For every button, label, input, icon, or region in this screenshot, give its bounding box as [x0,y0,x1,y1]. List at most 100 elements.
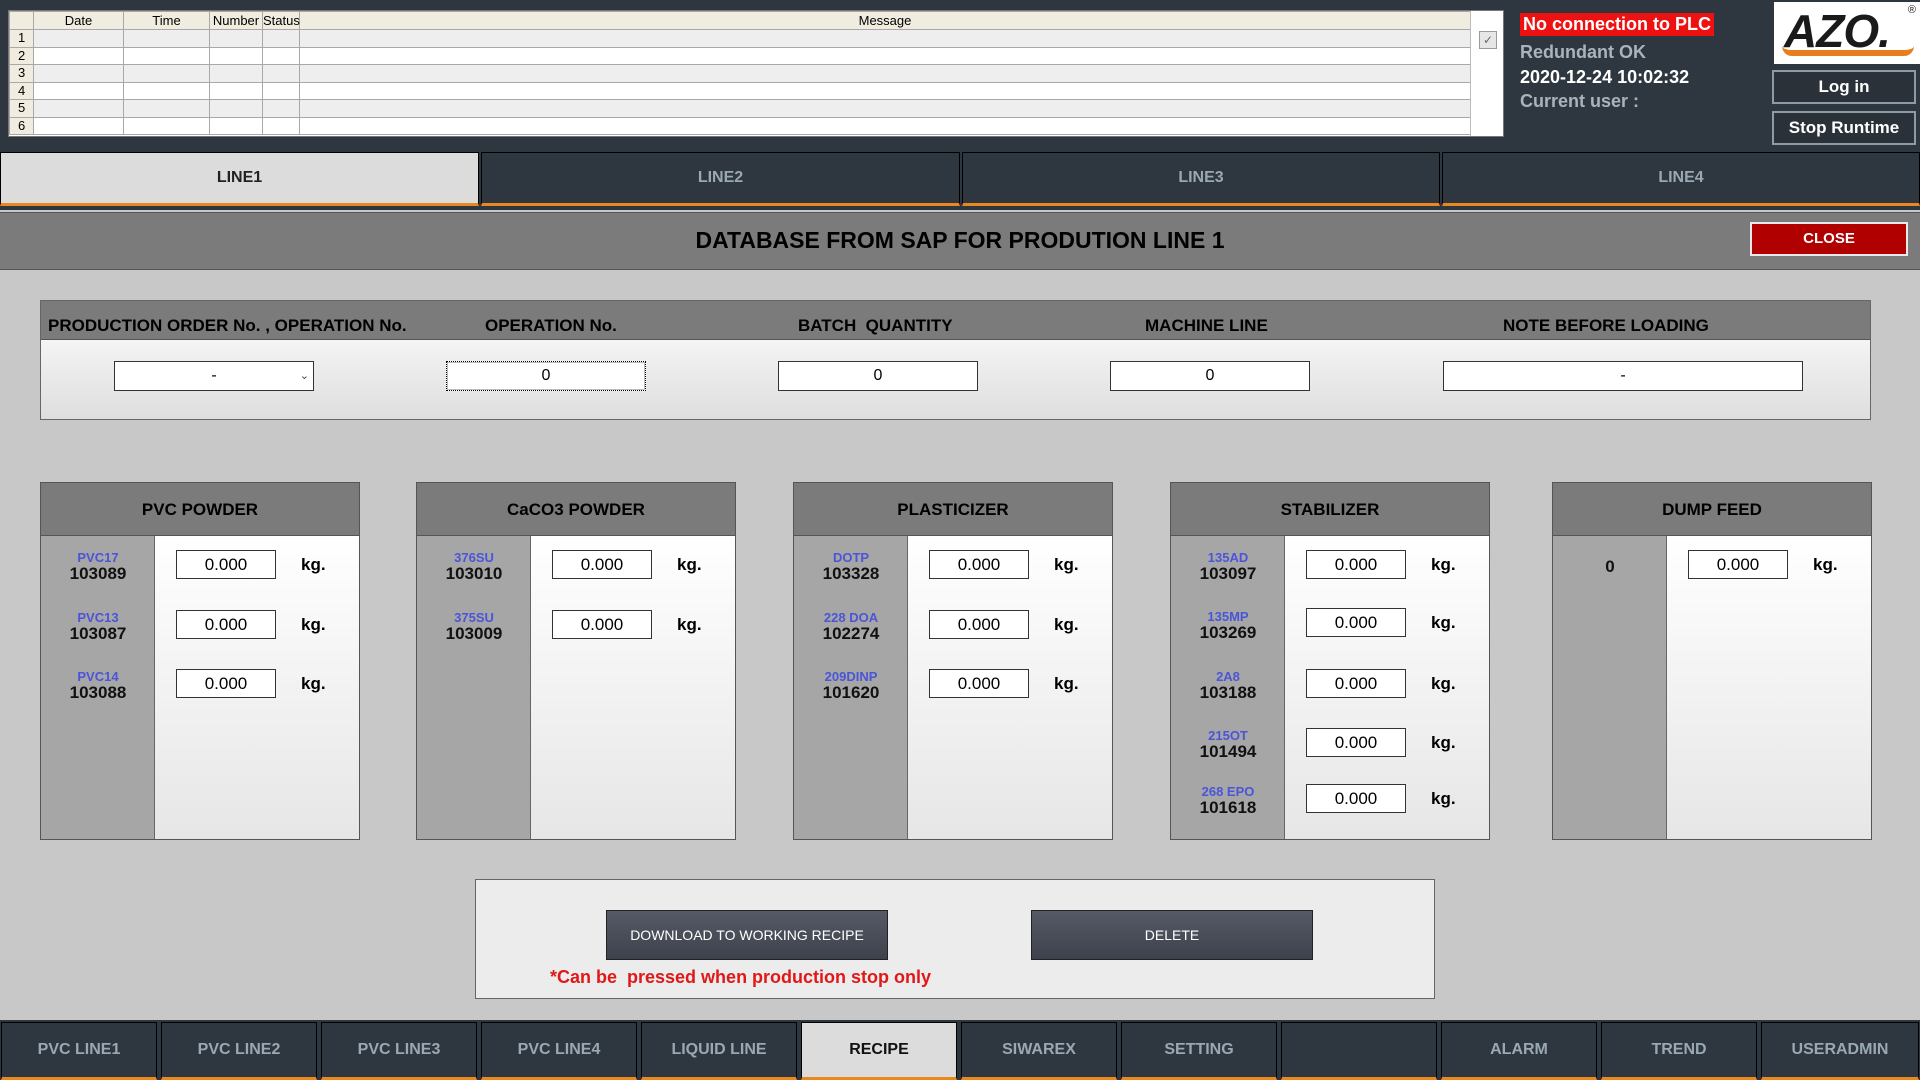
note-before-loading-label: NOTE BEFORE LOADING [1503,316,1709,335]
alarm-row-number: 1 [9,29,34,48]
material-item: 2A8 103188 [1171,670,1285,702]
material-number: 103087 [69,624,127,643]
material-number: 103188 [1199,683,1257,702]
download-to-working-recipe-button[interactable]: DOWNLOAD TO WORKING RECIPE [606,910,888,960]
line-tabs: LINE1 LINE2 LINE3 LINE4 [0,150,1920,210]
dump-feed-panel: DUMP FEED 0 0.000 kg. [1552,482,1872,840]
material-weight-field[interactable]: 0.000 [1306,608,1406,637]
alarm-header-message: Message [299,11,1471,30]
tab-line3[interactable]: LINE3 [962,152,1440,206]
nav-siwarex[interactable]: SIWAREX [961,1022,1117,1080]
tab-line2[interactable]: LINE2 [481,152,960,206]
alarm-header-time: Time [123,11,210,30]
alarm-row[interactable]: 5 [9,99,1471,118]
plasticizer-title: PLASTICIZER [794,483,1112,536]
alarm-header-rownum [9,11,34,30]
material-weight-field[interactable]: 0.000 [1688,550,1788,579]
production-order-value: - [211,367,217,384]
logo-registered-mark: ® [1907,4,1916,16]
alarm-view: Date Time Number Status Message 1 2 3 4 … [8,10,1504,137]
nav-pvc-line3[interactable]: PVC LINE3 [321,1022,477,1080]
alarm-header-row: Date Time Number Status Message [9,11,1471,30]
material-code: 375SU [454,610,494,625]
unit-label: kg. [1431,733,1456,752]
material-weight-field[interactable]: 0.000 [176,550,276,579]
batch-quantity-label: BATCH QUANTITY [798,316,953,335]
alarm-row[interactable]: 4 [9,81,1471,100]
nav-trend[interactable]: TREND [1601,1022,1757,1080]
material-weight-field[interactable]: 0.000 [1306,550,1406,579]
nav-pvc-line4[interactable]: PVC LINE4 [481,1022,637,1080]
material-number: 103097 [1199,564,1257,583]
stop-runtime-button[interactable]: Stop Runtime [1772,111,1916,145]
material-number: 101620 [822,683,880,702]
material-number: 101494 [1199,742,1257,761]
production-stop-warning: *Can be pressed when production stop onl… [550,967,932,987]
nav-useradmin[interactable]: USERADMIN [1761,1022,1919,1080]
caco3-powder-panel: CaCO3 POWDER 376SU 103010 375SU 103009 0.0… [416,482,736,840]
material-item: 135AD 103097 [1171,551,1285,583]
alarm-header-date: Date [33,11,124,30]
unit-label: kg. [1431,789,1456,808]
page-header: DATABASE FROM SAP FOR PRODUTION LINE 1 C… [0,212,1920,270]
alarm-row[interactable]: 6 [9,116,1471,135]
tab-line1[interactable]: LINE1 [0,152,479,206]
material-weight-field[interactable]: 0.000 [552,550,652,579]
material-weight-field[interactable]: 0.000 [929,550,1029,579]
material-weight-field[interactable]: 0.000 [1306,728,1406,757]
alarm-row[interactable]: 1 [9,29,1471,48]
material-item: DOTP 103328 [794,551,908,583]
note-before-loading-field[interactable]: - [1443,361,1803,391]
nav-setting[interactable]: SETTING [1121,1022,1277,1080]
azo-logo: AZO. ® [1774,2,1920,64]
acknowledge-icon[interactable]: ✓ [1479,31,1497,49]
login-button[interactable]: Log in [1772,70,1916,104]
material-weight-field[interactable]: 0.000 [929,669,1029,698]
material-number: 103269 [1199,623,1257,642]
pvc-powder-panel: PVC POWDER PVC17 103089 PVC13 103087 PVC14… [40,482,360,840]
batch-quantity-field[interactable]: 0 [778,361,978,391]
material-item: 0 [1553,558,1667,576]
material-code: PVC13 [77,610,119,625]
material-item: PVC17 103089 [41,551,155,583]
alarm-header-status: Status [262,11,300,30]
nav-recipe[interactable]: RECIPE [801,1022,957,1080]
nav-empty[interactable] [1281,1022,1437,1080]
material-item: 209DINP 101620 [794,670,908,702]
material-weight-field[interactable]: 0.000 [1306,669,1406,698]
material-code: 376SU [454,550,494,565]
alarm-row-number: 3 [9,64,34,83]
alarm-row[interactable]: 3 [9,64,1471,83]
material-number: 103328 [822,564,880,583]
nav-alarm[interactable]: ALARM [1441,1022,1597,1080]
nav-liquid-line[interactable]: LIQUID LINE [641,1022,797,1080]
material-code: 135MP [1207,609,1249,624]
material-code: 215OT [1208,728,1248,743]
material-weight-field[interactable]: 0.000 [929,610,1029,639]
delete-button[interactable]: DELETE [1031,910,1313,960]
production-order-select[interactable]: - ⌄ [114,361,314,391]
production-order-label: PRODUCTION ORDER No. , OPERATION No. [48,316,407,335]
nav-pvc-line1[interactable]: PVC LINE1 [1,1022,157,1080]
material-code: 268 EPO [1201,784,1255,799]
close-button[interactable]: CLOSE [1750,222,1908,256]
unit-label: kg. [301,615,326,634]
tab-line4[interactable]: LINE4 [1442,152,1920,206]
plasticizer-panel: PLASTICIZER DOTP 103328 228 DOA 102274 209… [793,482,1113,840]
material-weight-field[interactable]: 0.000 [1306,784,1406,813]
stabilizer-panel: STABILIZER 135AD 103097 135MP 103269 2A8 10… [1170,482,1490,840]
chevron-down-icon[interactable]: ⌄ [300,362,309,390]
alarm-table: Date Time Number Status Message 1 2 3 4 … [9,11,1471,135]
operation-number-field[interactable]: 0 [446,361,646,391]
machine-line-field[interactable]: 0 [1110,361,1310,391]
material-weight-field[interactable]: 0.000 [552,610,652,639]
material-number: 101618 [1199,798,1257,817]
unit-label: kg. [1431,555,1456,574]
material-weight-field[interactable]: 0.000 [176,610,276,639]
material-code: DOTP [832,550,870,565]
material-item: 376SU 103010 [417,551,531,583]
nav-pvc-line2[interactable]: PVC LINE2 [161,1022,317,1080]
material-weight-field[interactable]: 0.000 [176,669,276,698]
unit-label: kg. [1431,613,1456,632]
alarm-row[interactable]: 2 [9,46,1471,65]
